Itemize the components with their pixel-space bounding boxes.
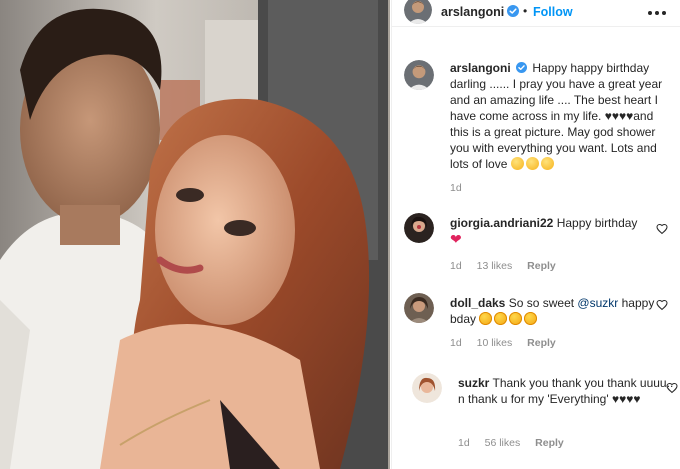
caption-body: arslangoni Happy happy birthday darling … bbox=[450, 60, 674, 172]
commenter-avatar[interactable] bbox=[404, 213, 434, 243]
comment-username[interactable]: giorgia.andriani22 bbox=[450, 216, 553, 230]
more-horizontal-icon[interactable] bbox=[645, 5, 669, 21]
comment-username[interactable]: suzkr bbox=[458, 376, 489, 390]
star-struck-emoji-icon bbox=[524, 312, 538, 325]
comment-body: giorgia.andriani22 Happy birthday ❤ bbox=[450, 215, 660, 248]
star-struck-emoji-icon bbox=[509, 312, 523, 325]
reply-button[interactable]: Reply bbox=[527, 260, 556, 272]
reply-button[interactable]: Reply bbox=[535, 437, 564, 449]
comment-meta: 1d 10 likes Reply bbox=[450, 337, 568, 349]
comment-text: Thank you thank you thank uuuu.. n thank… bbox=[458, 376, 674, 406]
follow-button[interactable]: Follow bbox=[533, 5, 573, 19]
comment-likes[interactable]: 56 likes bbox=[485, 437, 521, 449]
blushing-face-emoji-icon bbox=[510, 157, 524, 170]
comment-text: Happy birthday bbox=[556, 216, 638, 230]
comment-username[interactable]: doll_daks bbox=[450, 296, 505, 310]
author-username[interactable]: arslangoni bbox=[441, 5, 504, 19]
commenter-avatar[interactable] bbox=[412, 373, 442, 403]
heart-outline-icon[interactable] bbox=[666, 382, 678, 394]
caption-text: Happy happy birthday darling ...... I pr… bbox=[450, 61, 663, 171]
comment-meta: 1d 13 likes Reply bbox=[450, 260, 568, 272]
comment-text: So so sweet bbox=[508, 296, 575, 310]
instagram-post: arslangoni • Follow arslangoni Happy hap… bbox=[0, 0, 680, 469]
blushing-face-emoji-icon bbox=[540, 157, 554, 170]
comment-likes[interactable]: 13 likes bbox=[477, 260, 513, 272]
star-struck-emoji-icon bbox=[494, 312, 508, 325]
caption-avatar[interactable] bbox=[404, 60, 434, 90]
post-photo[interactable] bbox=[0, 0, 390, 469]
caption-username[interactable]: arslangoni bbox=[450, 61, 511, 75]
comment-likes[interactable]: 10 likes bbox=[477, 337, 513, 349]
blushing-face-emoji-icon bbox=[525, 157, 539, 170]
caption-timestamp[interactable]: 1d bbox=[450, 182, 462, 194]
verified-badge-icon bbox=[507, 5, 519, 20]
heart-outline-icon[interactable] bbox=[656, 223, 668, 235]
post-side-panel: arslangoni • Follow arslangoni Happy hap… bbox=[391, 0, 680, 469]
post-header: arslangoni • Follow bbox=[392, 0, 680, 27]
comment-time[interactable]: 1d bbox=[450, 260, 462, 272]
red-heart-emoji-icon: ❤ bbox=[450, 231, 462, 247]
reply-button[interactable]: Reply bbox=[527, 337, 556, 349]
post-photo-image bbox=[0, 0, 390, 469]
comment-time[interactable]: 1d bbox=[458, 437, 470, 449]
verified-badge-icon bbox=[516, 62, 528, 73]
comment-body: doll_daks So so sweet @suzkr happy bday bbox=[450, 295, 660, 327]
comment-meta: 1d 56 likes Reply bbox=[458, 437, 576, 449]
commenter-avatar[interactable] bbox=[404, 293, 434, 323]
comment-body: suzkr Thank you thank you thank uuuu.. n… bbox=[458, 375, 680, 407]
author-avatar[interactable] bbox=[404, 0, 432, 24]
comment-time[interactable]: 1d bbox=[450, 337, 462, 349]
heart-outline-icon[interactable] bbox=[656, 299, 668, 311]
separator-dot: • bbox=[523, 4, 528, 18]
star-struck-emoji-icon bbox=[479, 312, 493, 325]
comment-mention-link[interactable]: @suzkr bbox=[577, 296, 618, 310]
